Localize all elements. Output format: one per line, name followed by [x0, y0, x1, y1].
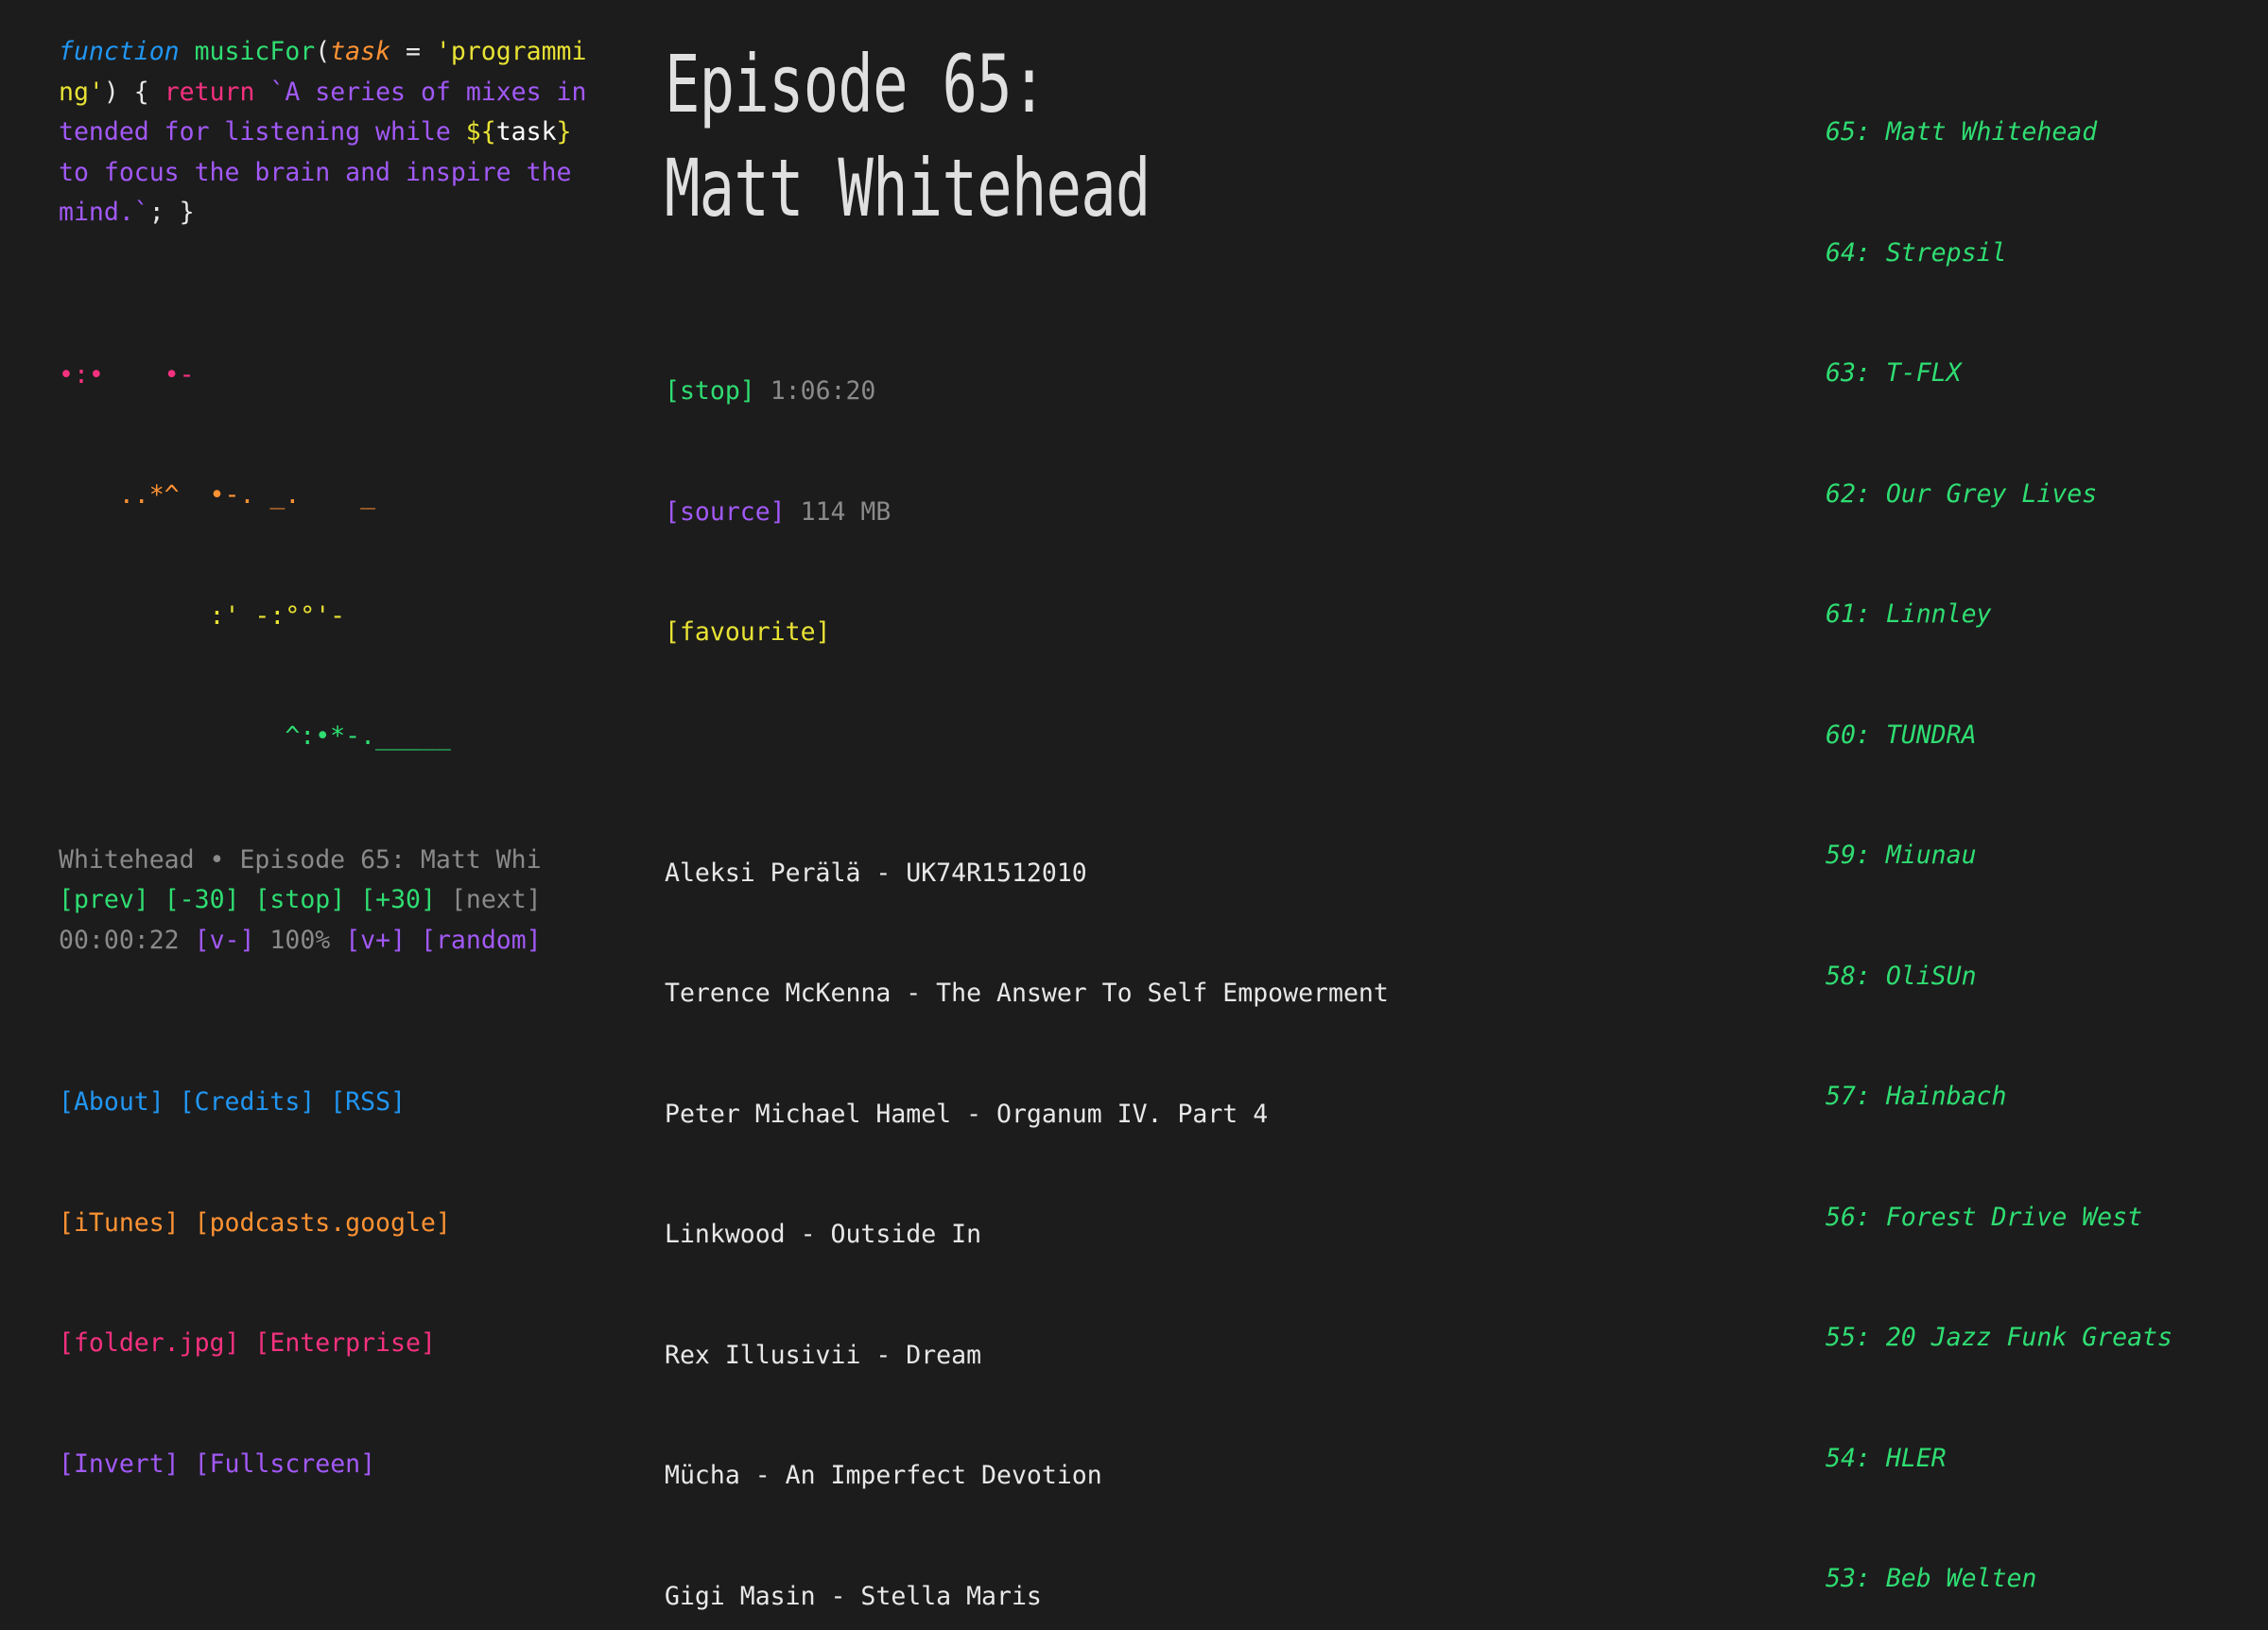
episode-list-item[interactable]: 60: TUNDRA: [1826, 716, 2268, 756]
track-item: Rex Illusivii - Dream: [665, 1336, 1814, 1377]
player-controls: [prev] [-30] [stop] [+30] [next]: [59, 880, 591, 921]
spacer: [149, 885, 164, 914]
spacer: [164, 1087, 180, 1117]
track-item: Aleksi Perälä - UK74R1512010: [665, 854, 1814, 894]
episode-duration: 1:06:20: [770, 376, 876, 406]
rss-link[interactable]: [RSS]: [330, 1087, 406, 1117]
app-root: function musicFor(task = 'programming') …: [0, 0, 2268, 815]
code-equals: =: [390, 37, 436, 66]
episode-list-item[interactable]: 58: OliSUn: [1826, 957, 2268, 997]
code-close-paren: ): [104, 78, 119, 107]
episode-list-item[interactable]: 54: HLER: [1826, 1439, 2268, 1480]
podcasts-google-link[interactable]: [podcasts.google]: [195, 1208, 451, 1238]
code-return-keyword: return: [164, 78, 255, 107]
enterprise-link[interactable]: [Enterprise]: [254, 1328, 435, 1358]
site-links: [About] [Credits] [RSS] [iTunes] [podcas…: [59, 1002, 591, 1565]
track-item: Terence McKenna - The Answer To Self Emp…: [665, 974, 1814, 1014]
volume-value: 100%: [269, 926, 330, 955]
credits-link[interactable]: [Credits]: [180, 1087, 316, 1117]
episode-filesize: 114 MB: [801, 497, 892, 527]
episode-list-item[interactable]: 62: Our Grey Lives: [1826, 475, 2268, 515]
spacer: [330, 926, 345, 955]
spacer: [239, 885, 254, 914]
spacer: [180, 926, 195, 955]
links-row-3: [folder.jpg] [Enterprise]: [59, 1324, 591, 1364]
source-link[interactable]: [source]: [665, 497, 786, 527]
page-title-line-1: Episode 65:: [665, 38, 1047, 130]
page-title: Episode 65: Matt Whitehead: [665, 32, 1515, 240]
random-button[interactable]: [random]: [421, 926, 542, 955]
track-item: Mücha - An Imperfect Devotion: [665, 1456, 1814, 1497]
meta-row-favourite: [favourite]: [665, 613, 1814, 653]
episode-list-sidebar: 65: Matt Whitehead 64: Strepsil 63: T-FL…: [1814, 32, 2268, 1630]
left-sidebar: function musicFor(task = 'programming') …: [0, 32, 591, 1565]
itunes-link[interactable]: [iTunes]: [59, 1208, 180, 1238]
links-row-1: [About] [Credits] [RSS]: [59, 1083, 591, 1123]
code-template-var: task: [496, 117, 557, 147]
tracklist: Aleksi Perälä - UK74R1512010 Terence McK…: [665, 773, 1814, 1630]
spacer: [406, 926, 421, 955]
spacer: [786, 497, 801, 527]
code-close-brace: }: [180, 198, 195, 227]
episode-list-item[interactable]: 63: T-FLX: [1826, 354, 2268, 394]
code-keyword: function: [59, 37, 180, 66]
folder-jpg-link[interactable]: [folder.jpg]: [59, 1328, 239, 1358]
wave-row: ..*^ •-. _. _: [59, 476, 591, 516]
next-button[interactable]: [next]: [451, 885, 542, 914]
wave-row: ^:•*-._____: [59, 717, 591, 757]
main-content: Episode 65: Matt Whitehead [stop] 1:06:20…: [591, 32, 1814, 1630]
code-param: task: [330, 37, 390, 66]
page-title-line-2: Matt Whitehead: [665, 142, 1151, 234]
ascii-waveform-art: •:• •- ..*^ •-. _. _ :' -:°°'- ^:•*-.___…: [59, 275, 591, 838]
spacer: [345, 885, 360, 914]
favourite-button[interactable]: [favourite]: [665, 617, 831, 647]
spacer: [239, 1328, 254, 1358]
code-dollar-brace: ${: [466, 117, 496, 147]
now-playing-text: Whitehead • Episode 65: Matt Whi: [59, 841, 591, 881]
links-row-2: [iTunes] [podcasts.google]: [59, 1204, 591, 1244]
episode-metadata: [stop] 1:06:20 [source] 114 MB [favourit…: [665, 291, 1814, 734]
meta-row-source: [source] 114 MB: [665, 493, 1814, 533]
episode-list: 65: Matt Whitehead 64: Strepsil 63: T-FL…: [1826, 32, 2268, 1630]
code-function-name: musicFor: [180, 37, 316, 66]
elapsed-time: 00:00:22: [59, 926, 180, 955]
volume-up-button[interactable]: [v+]: [345, 926, 406, 955]
fullscreen-link[interactable]: [Fullscreen]: [195, 1449, 375, 1479]
wave-row: :' -:°°'-: [59, 597, 591, 637]
episode-stop-button[interactable]: [stop]: [665, 376, 755, 406]
code-open-brace: {: [119, 78, 164, 107]
episode-list-item[interactable]: 61: Linnley: [1826, 595, 2268, 635]
volume-controls: 00:00:22 [v-] 100% [v+] [random]: [59, 921, 591, 962]
episode-list-item[interactable]: 57: Hainbach: [1826, 1077, 2268, 1118]
links-row-4: [Invert] [Fullscreen]: [59, 1445, 591, 1485]
prev-button[interactable]: [prev]: [59, 885, 149, 914]
meta-row-duration: [stop] 1:06:20: [665, 372, 1814, 412]
invert-link[interactable]: [Invert]: [59, 1449, 180, 1479]
episode-list-item[interactable]: 55: 20 Jazz Funk Greats: [1826, 1318, 2268, 1359]
episode-list-item[interactable]: 53: Beb Welten: [1826, 1559, 2268, 1600]
spacer: [254, 926, 269, 955]
spacer: [180, 1208, 195, 1238]
volume-down-button[interactable]: [v-]: [195, 926, 255, 955]
spacer: [436, 885, 451, 914]
wave-row: •:• •-: [59, 355, 591, 396]
episode-list-item[interactable]: 59: Miunau: [1826, 836, 2268, 876]
track-item: Linkwood - Outside In: [665, 1215, 1814, 1256]
track-item: Peter Michael Hamel - Organum IV. Part 4: [665, 1095, 1814, 1136]
code-open-paren: (: [315, 37, 330, 66]
spacer: [755, 376, 770, 406]
episode-list-item[interactable]: 56: Forest Drive West: [1826, 1198, 2268, 1239]
spacer: [315, 1087, 330, 1117]
episode-list-item[interactable]: 65: Matt Whitehead: [1826, 113, 2268, 153]
code-snippet: function musicFor(task = 'programming') …: [59, 32, 591, 234]
code-brace-close: }: [557, 117, 572, 147]
spacer: [180, 1449, 195, 1479]
about-link[interactable]: [About]: [59, 1087, 164, 1117]
track-item: Gigi Masin - Stella Maris: [665, 1577, 1814, 1618]
episode-list-item[interactable]: 64: Strepsil: [1826, 234, 2268, 274]
back-30-button[interactable]: [-30]: [164, 885, 240, 914]
forward-30-button[interactable]: [+30]: [360, 885, 436, 914]
code-semicolon: ;: [149, 198, 180, 227]
stop-button[interactable]: [stop]: [254, 885, 345, 914]
